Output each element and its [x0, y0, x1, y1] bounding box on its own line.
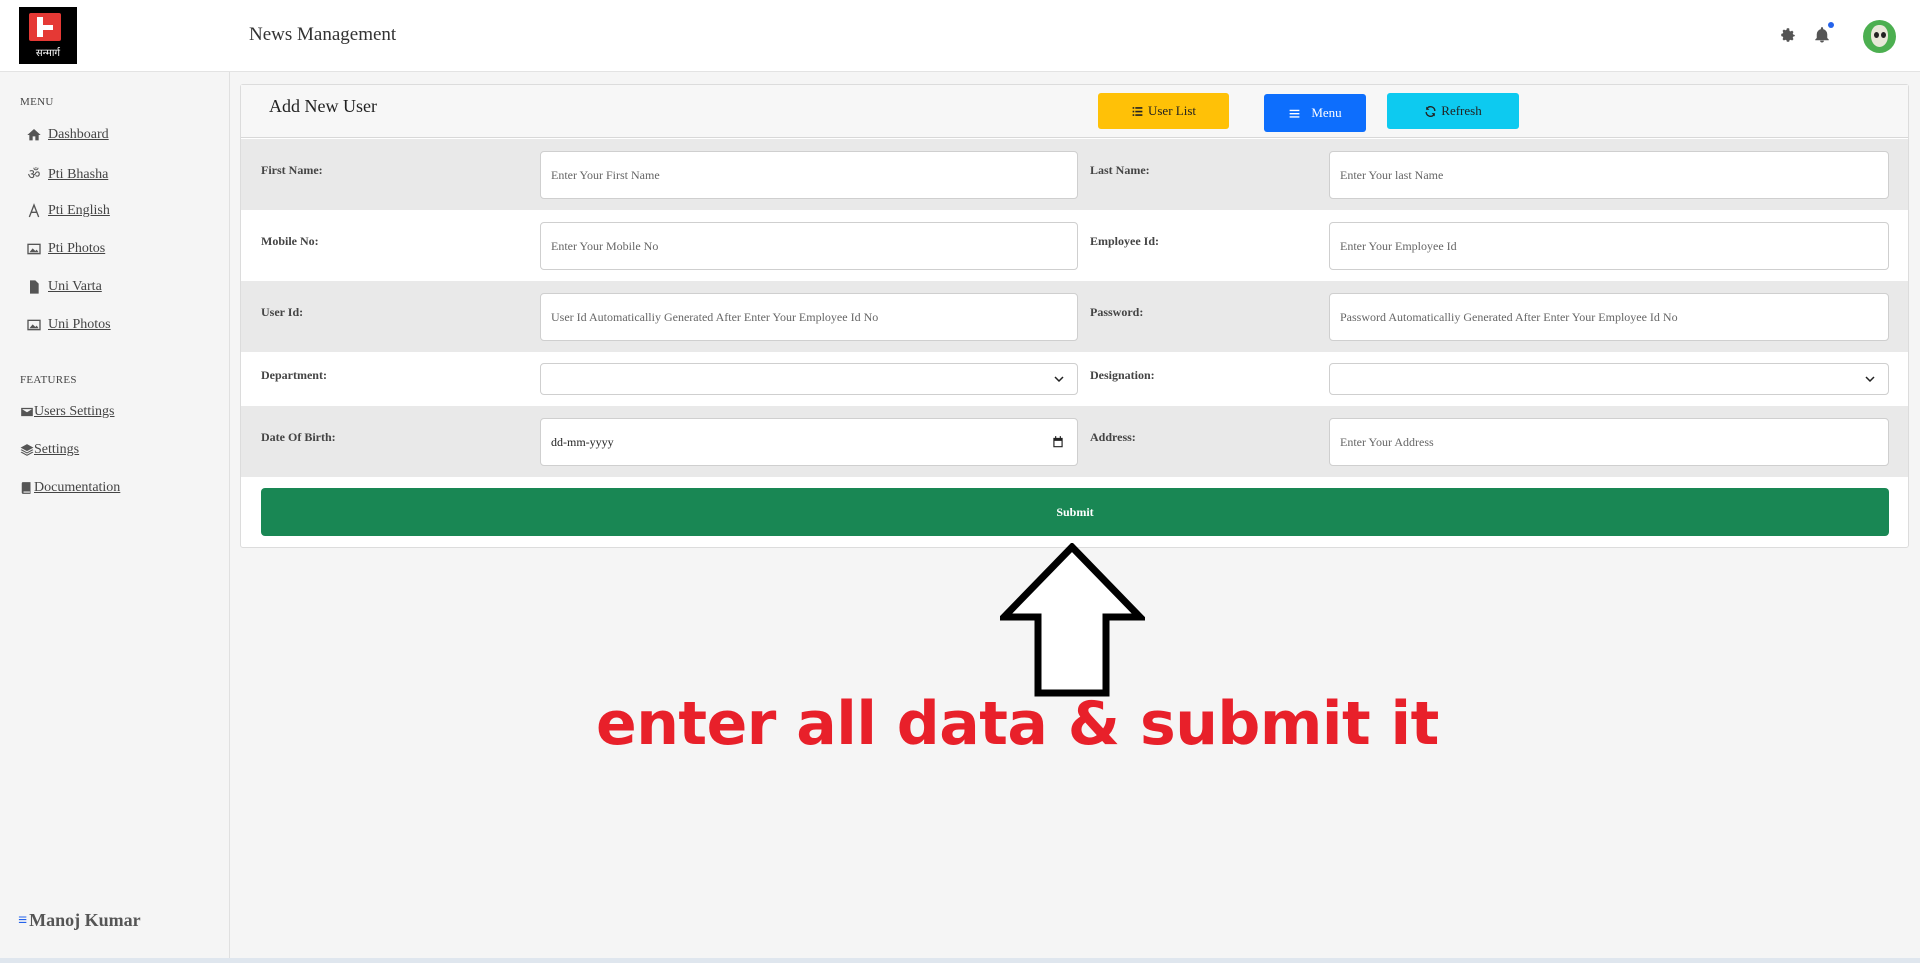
page-title: Add New User — [269, 96, 377, 116]
top-header: सन्मार्ग News Management — [0, 0, 1920, 72]
sidebar-item-label: Pti Photos — [48, 241, 106, 256]
om-icon: ॐ — [27, 168, 41, 183]
employee-id-input[interactable] — [1329, 222, 1889, 270]
logo-text: सन्मार्ग — [35, 48, 61, 59]
menu-button[interactable]: Menu — [1264, 94, 1366, 132]
sidebar-item-label: Uni Photos — [48, 317, 111, 332]
refresh-icon — [1425, 105, 1436, 117]
form-row-name: First Name: Last Name: — [241, 139, 1908, 210]
address-label: Address: — [1090, 430, 1136, 444]
add-user-card: Add New User User List Menu Refresh Firs… — [240, 84, 1909, 548]
gear-icon[interactable] — [1777, 24, 1799, 46]
layers-icon — [20, 444, 34, 456]
sidebar-item-settings[interactable]: Settings — [20, 442, 79, 458]
department-label: Department: — [261, 368, 327, 382]
image-icon — [27, 243, 41, 255]
password-input[interactable] — [1329, 293, 1889, 341]
list-icon — [1132, 106, 1143, 116]
calendar-icon[interactable] — [1051, 435, 1065, 449]
letter-a-icon — [28, 203, 40, 218]
card-header: Add New User User List Menu Refresh — [241, 85, 1908, 138]
notification-dot — [1828, 22, 1834, 28]
submit-button[interactable]: Submit — [261, 488, 1889, 536]
sidebar: MENU Dashboard ॐ Pti Bhasha Pti English … — [0, 72, 230, 963]
designation-label: Designation: — [1090, 368, 1155, 382]
book-icon — [21, 482, 31, 494]
logo-mark — [29, 13, 61, 41]
first-name-label: First Name: — [261, 163, 323, 177]
home-icon — [27, 129, 41, 141]
refresh-label: Refresh — [1441, 103, 1482, 118]
sidebar-item-label: Uni Varta — [48, 279, 102, 294]
avatar-eye-right — [1881, 32, 1886, 38]
form-row-credentials: User Id: Password: — [241, 281, 1908, 352]
annotation-text: enter all data & submit it — [596, 689, 1439, 759]
form-row-personal: Date Of Birth: dd-mm-yyyy Address: — [241, 406, 1908, 477]
department-select[interactable] — [540, 363, 1078, 395]
sidebar-item-users-settings[interactable]: Users Settings — [20, 404, 115, 420]
avatar[interactable] — [1863, 20, 1896, 53]
last-name-label: Last Name: — [1090, 163, 1150, 177]
sidebar-item-label: Pti English — [48, 203, 110, 218]
sidebar-item-dashboard[interactable]: Dashboard — [26, 127, 109, 143]
dob-date-input[interactable]: dd-mm-yyyy — [540, 418, 1078, 466]
envelope-icon — [21, 407, 33, 417]
app-title: News Management — [249, 24, 397, 45]
avatar-eye-left — [1874, 32, 1879, 38]
menu-label: Menu — [1311, 105, 1342, 120]
sidebar-item-label: Settings — [34, 442, 80, 457]
user-id-input[interactable] — [540, 293, 1078, 341]
sidebar-item-label: Pti Bhasha — [48, 166, 109, 182]
sidebar-item-uni-varta[interactable]: Uni Varta — [26, 279, 102, 295]
sidebar-item-documentation[interactable]: Documentation — [20, 480, 120, 496]
file-icon — [30, 280, 39, 294]
mobile-input[interactable] — [540, 222, 1078, 270]
dob-value: dd-mm-yyyy — [551, 435, 614, 449]
designation-select[interactable] — [1329, 363, 1889, 395]
sidebar-item-pti-english[interactable]: Pti English — [26, 203, 110, 219]
features-heading: FEATURES — [20, 374, 77, 386]
chevron-down-icon — [1865, 376, 1875, 383]
password-label: Password: — [1090, 305, 1144, 319]
bars-icon — [1289, 109, 1300, 118]
sidebar-item-pti-bhasha[interactable]: ॐ Pti Bhasha — [26, 165, 109, 184]
page-bottom-edge — [0, 958, 1920, 963]
user-list-label: User List — [1147, 103, 1197, 118]
form-row-contact: Mobile No: Employee Id: — [241, 210, 1908, 281]
sidebar-item-uni-photos[interactable]: Uni Photos — [26, 317, 111, 333]
menu-heading: MENU — [20, 96, 54, 108]
last-name-input[interactable] — [1329, 151, 1889, 199]
user-list-button[interactable]: User List — [1098, 93, 1229, 129]
user-name-text: Manoj Kumar — [29, 910, 141, 930]
form-row-department: Department: Designation: — [241, 352, 1908, 406]
dob-label: Date Of Birth: — [261, 430, 336, 444]
chevron-down-icon — [1054, 376, 1064, 383]
bell-icon[interactable] — [1811, 22, 1834, 46]
image-icon — [27, 319, 41, 331]
refresh-button[interactable]: Refresh — [1387, 93, 1519, 129]
address-input[interactable] — [1329, 418, 1889, 466]
user-id-label: User Id: — [261, 305, 304, 319]
brand-logo[interactable]: सन्मार्ग — [19, 7, 77, 64]
up-arrow-annotation — [1000, 543, 1145, 697]
sidebar-item-label: Documentation — [34, 480, 121, 495]
current-user[interactable]: ≡ Manoj Kumar — [18, 910, 141, 931]
hamburger-icon[interactable]: ≡ — [18, 912, 27, 930]
employee-id-label: Employee Id: — [1090, 234, 1159, 248]
first-name-input[interactable] — [540, 151, 1078, 199]
sidebar-item-pti-photos[interactable]: Pti Photos — [26, 241, 105, 257]
mobile-label: Mobile No: — [261, 234, 319, 248]
sidebar-item-label: Users Settings — [34, 404, 115, 419]
sidebar-item-label: Dashboard — [48, 127, 109, 142]
